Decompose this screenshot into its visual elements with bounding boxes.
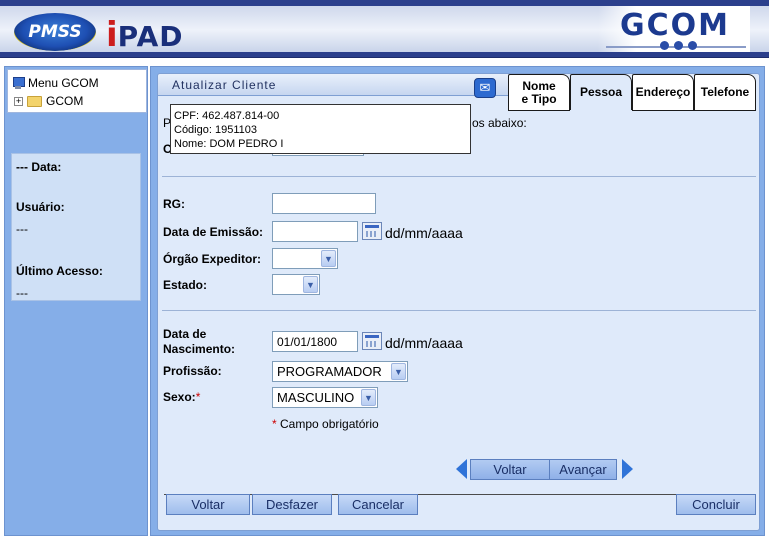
tab-telefone[interactable]: Telefone — [694, 74, 756, 110]
page-title: Atualizar Cliente — [172, 78, 277, 92]
avancar-button[interactable]: Avançar — [549, 459, 617, 480]
cancelar-button[interactable]: Cancelar — [338, 494, 418, 515]
ultimo-acesso-label: Último Acesso: — [16, 264, 103, 278]
calendar-icon[interactable] — [362, 222, 382, 240]
session-info: --- Data: Usuário: --- Último Acesso: --… — [11, 153, 141, 301]
tab-label-line2: e Tipo — [521, 91, 557, 106]
orgao-label: Órgão Expeditor: — [163, 252, 262, 266]
computer-icon — [12, 77, 25, 89]
tab-pessoa[interactable]: Pessoa — [570, 74, 632, 110]
tab-label: Pessoa — [579, 85, 623, 99]
chat-icon[interactable]: ✉ — [474, 78, 496, 98]
voltar-wizard-button[interactable]: Voltar — [470, 459, 550, 480]
calendar-icon[interactable] — [362, 332, 382, 350]
required-note: * Campo obrigatório — [272, 417, 379, 431]
folder-icon — [27, 95, 42, 107]
tooltip-nome: Nome: DOM PEDRO I — [174, 138, 284, 150]
tree-item-label: Menu GCOM — [28, 76, 99, 90]
required-note-text: Campo obrigatório — [280, 417, 379, 431]
emissao-format-hint: dd/mm/aaaa — [385, 225, 463, 241]
estado-select[interactable]: ▼ — [272, 274, 320, 295]
tab-label-line1: Nome — [522, 78, 556, 93]
tree-item-menu-gcom[interactable]: Menu GCOM — [12, 75, 99, 91]
emissao-input[interactable] — [272, 221, 358, 242]
ipad-logo-rest: PAD — [117, 20, 184, 53]
section-divider — [162, 310, 756, 311]
nascimento-format-hint: dd/mm/aaaa — [385, 335, 463, 351]
voltar-button[interactable]: Voltar — [166, 494, 250, 515]
ultimo-acesso-value: --- — [16, 286, 28, 300]
tooltip-cpf: CPF: 462.487.814-00 — [174, 110, 280, 122]
chevron-down-icon[interactable]: ▼ — [303, 276, 318, 293]
pmss-logo: PMSS — [14, 13, 96, 51]
usuario-label: Usuário: — [16, 200, 65, 214]
nascimento-label-line2: Nascimento: — [163, 342, 236, 356]
gcom-logo: GCOM — [598, 6, 750, 52]
profissao-label: Profissão: — [163, 364, 222, 378]
ipad-logo-i: i — [106, 15, 118, 55]
chevron-down-icon[interactable]: ▼ — [391, 363, 406, 380]
data-label: --- Data: — [16, 160, 62, 174]
nascimento-label-line1: Data de — [163, 327, 207, 341]
sidebar: Menu GCOM + GCOM --- Data: Usuário: --- … — [4, 66, 148, 536]
menu-tree: Menu GCOM + GCOM — [7, 69, 147, 113]
tab-border — [632, 110, 756, 111]
required-marker: * — [272, 417, 277, 431]
tab-endereco[interactable]: Endereço — [632, 74, 694, 110]
title-bar: Atualizar Cliente — [158, 74, 518, 96]
expand-icon[interactable]: + — [14, 96, 23, 106]
gcom-logo-text: GCOM — [620, 8, 730, 43]
nascimento-input[interactable] — [272, 331, 358, 352]
emissao-label: Data de Emissão: — [163, 225, 264, 239]
usuario-value: --- — [16, 222, 28, 236]
sexo-label: Sexo:* — [163, 390, 200, 404]
required-marker: * — [195, 390, 201, 404]
rg-input[interactable] — [272, 193, 376, 214]
tree-item-label: GCOM — [46, 94, 84, 108]
gcom-logo-dots — [660, 41, 697, 50]
select-value: PROGRAMADOR — [277, 364, 382, 379]
pmss-logo-text: PMSS — [28, 22, 82, 42]
section-divider — [162, 176, 756, 177]
tab-label: Telefone — [700, 85, 750, 99]
intro-text-end: os abaixo: — [472, 116, 527, 130]
tab-border — [508, 110, 570, 111]
select-value: MASCULINO — [277, 390, 355, 405]
next-arrow-icon[interactable] — [622, 459, 633, 479]
tab-label: Endereço — [635, 85, 691, 99]
chevron-down-icon[interactable]: ▼ — [321, 250, 336, 267]
previous-arrow-icon[interactable] — [456, 459, 467, 479]
sexo-label-text: Sexo: — [163, 390, 196, 404]
orgao-select[interactable]: ▼ — [272, 248, 338, 269]
app-header: PMSS i PAD GCOM — [0, 0, 769, 58]
tooltip-codigo: Código: 1951103 — [174, 124, 257, 136]
profissao-select[interactable]: PROGRAMADOR ▼ — [272, 361, 408, 382]
desfazer-button[interactable]: Desfazer — [252, 494, 332, 515]
chevron-down-icon[interactable]: ▼ — [361, 389, 376, 406]
estado-label: Estado: — [163, 278, 208, 292]
concluir-button[interactable]: Concluir — [676, 494, 756, 515]
ipad-logo: i PAD — [106, 12, 184, 52]
tree-item-gcom[interactable]: + GCOM — [14, 93, 83, 109]
client-tooltip: CPF: 462.487.814-00 Código: 1951103 Nome… — [170, 104, 471, 154]
rg-label: RG: — [163, 197, 185, 211]
tab-nome-tipo[interactable]: Nome e Tipo — [508, 74, 570, 110]
sexo-select[interactable]: MASCULINO ▼ — [272, 387, 378, 408]
